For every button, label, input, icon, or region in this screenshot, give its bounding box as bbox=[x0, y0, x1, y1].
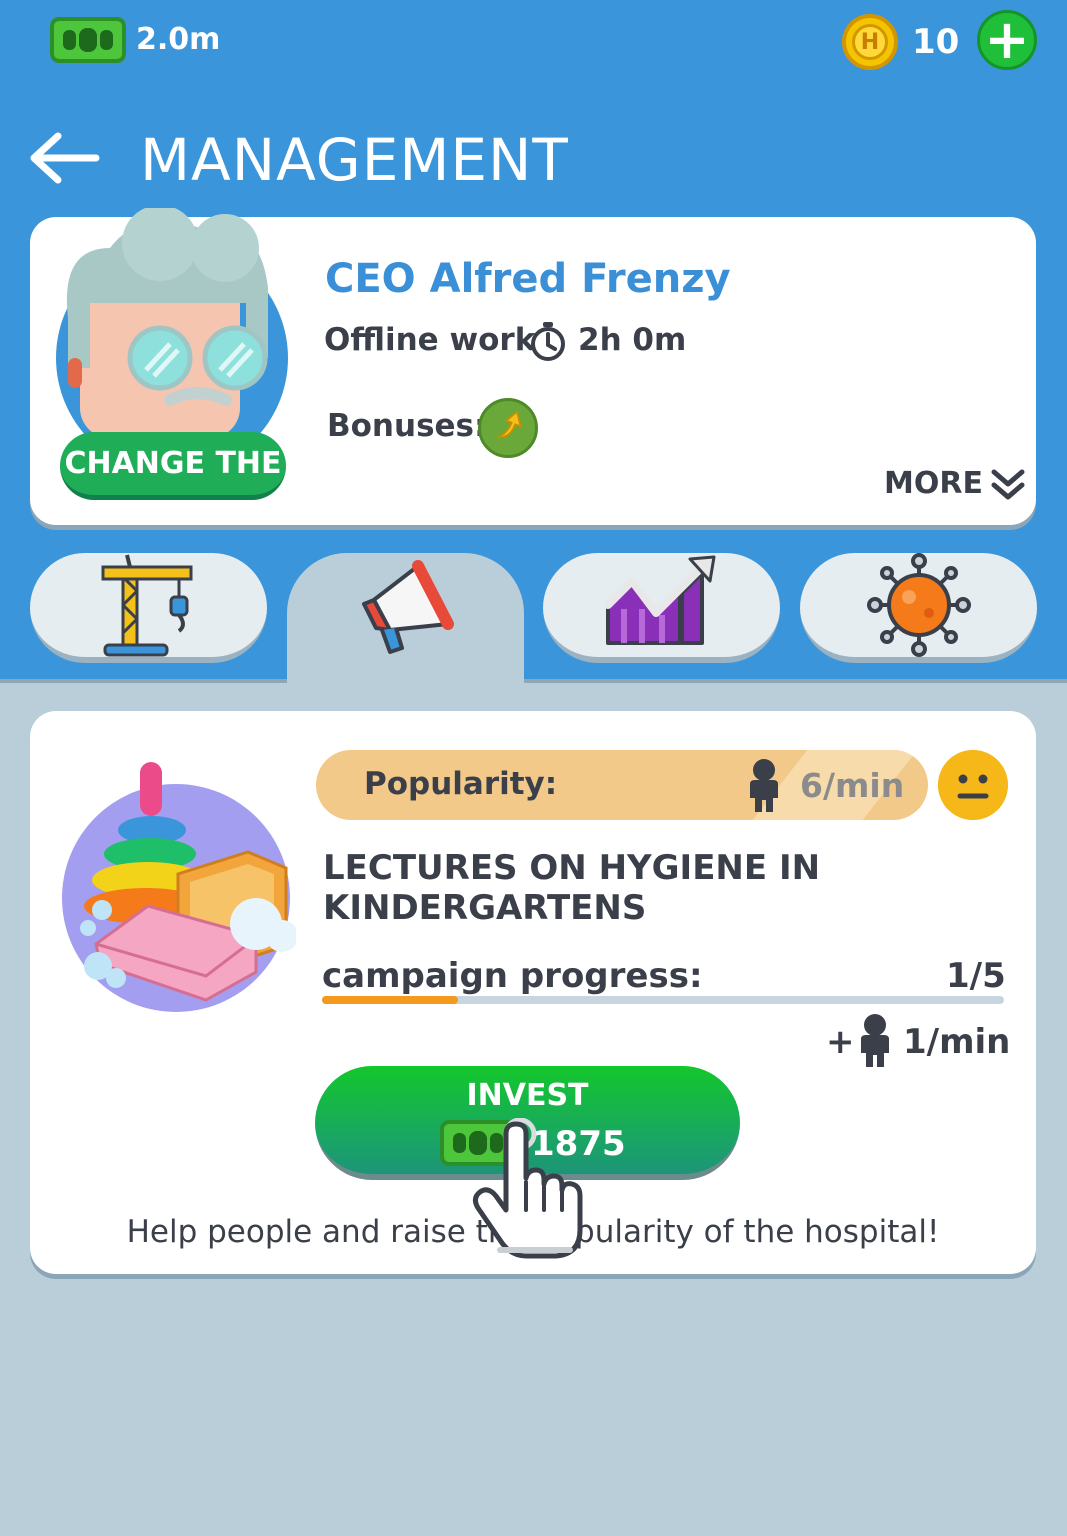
offline-work-label: Offline work bbox=[324, 322, 536, 358]
campaign-progress-track bbox=[322, 996, 1004, 1004]
tap-hand-icon bbox=[472, 1118, 583, 1259]
neutral-face-icon bbox=[938, 750, 1008, 820]
coin-letter: H bbox=[852, 24, 888, 60]
virus-icon bbox=[866, 553, 971, 657]
more-label: MORE bbox=[884, 466, 983, 501]
campaign-progress-label: campaign progress: bbox=[322, 956, 703, 996]
campaign-progress-value: 1/5 bbox=[946, 956, 1006, 996]
megaphone-icon bbox=[361, 560, 454, 654]
gain-rate: 1/min bbox=[903, 1022, 1011, 1062]
campaign-title: LECTURES ON HYGIENE IN KINDERGARTENS bbox=[323, 848, 821, 928]
chart-growth-icon bbox=[603, 555, 715, 645]
add-coins-button[interactable]: + bbox=[977, 10, 1037, 70]
bonus-arrow-icon[interactable] bbox=[478, 398, 538, 458]
ceo-avatar bbox=[56, 208, 288, 440]
double-chevron-down-icon bbox=[991, 469, 1025, 499]
cash-icon bbox=[50, 17, 126, 63]
ceo-name: CEO Alfred Frenzy bbox=[325, 256, 731, 302]
invest-label: INVEST bbox=[466, 1078, 589, 1113]
back-arrow-icon[interactable] bbox=[28, 130, 100, 186]
crane-icon bbox=[101, 554, 192, 657]
divider bbox=[0, 679, 1067, 683]
stopwatch-icon bbox=[531, 322, 565, 361]
person-icon bbox=[750, 759, 778, 812]
tab-statistics[interactable] bbox=[543, 553, 780, 663]
bonuses-label: Bonuses: bbox=[327, 408, 487, 444]
cash-balance: 2.0m bbox=[136, 22, 221, 57]
campaign-toys-icon bbox=[62, 762, 296, 1012]
popularity-rate: 6/min bbox=[800, 766, 905, 805]
coin-balance: 10 bbox=[912, 22, 960, 62]
change-ceo-button[interactable]: CHANGE THE bbox=[60, 432, 286, 500]
page-title: MANAGEMENT bbox=[140, 126, 569, 194]
campaign-progress-fill bbox=[322, 996, 459, 1004]
coin-icon: H bbox=[842, 14, 898, 70]
gain-plus: + bbox=[826, 1022, 855, 1062]
person-icon bbox=[861, 1014, 889, 1067]
tab-construction[interactable] bbox=[30, 553, 267, 663]
tab-virus[interactable] bbox=[800, 553, 1037, 663]
offline-work-time: 2h 0m bbox=[578, 322, 687, 358]
tab-marketing[interactable] bbox=[287, 553, 524, 683]
more-link[interactable]: MORE bbox=[884, 466, 1025, 501]
popularity-label: Popularity: bbox=[364, 766, 558, 802]
